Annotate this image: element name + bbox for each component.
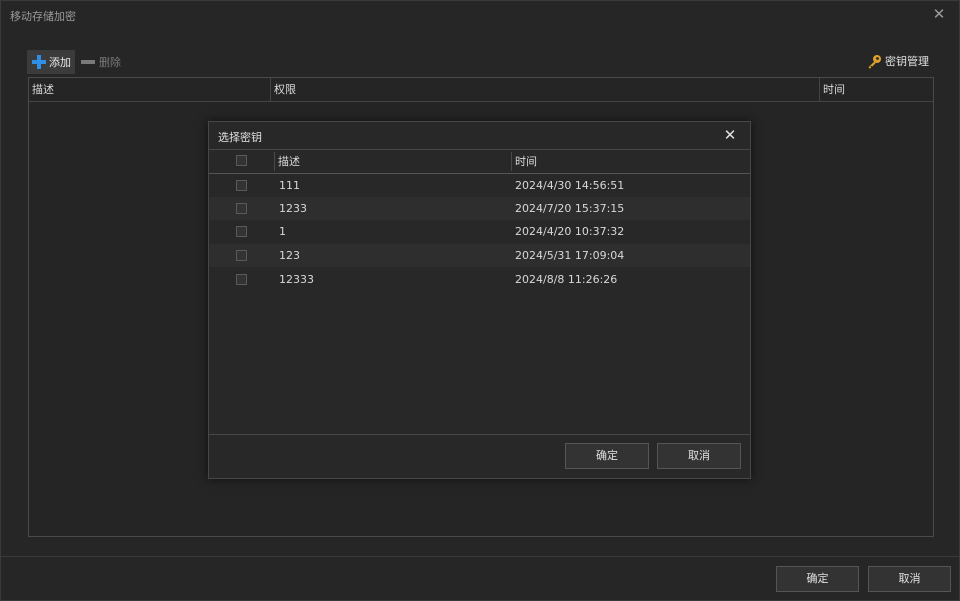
- row-time: 2024/8/8 11:26:26: [515, 273, 618, 286]
- dialog-cancel-button[interactable]: 取消: [657, 443, 741, 469]
- row-time: 2024/5/31 17:09:04: [515, 249, 625, 262]
- column-header-desc[interactable]: 描述: [29, 78, 271, 101]
- row-checkbox[interactable]: [236, 226, 247, 237]
- ok-button[interactable]: 确定: [776, 566, 859, 592]
- key-icon: [868, 54, 881, 69]
- column-header-permission[interactable]: 权限: [271, 78, 820, 101]
- add-button-label: 添加: [49, 56, 71, 69]
- table-row[interactable]: 1 2024/4/20 10:37:32: [209, 220, 750, 243]
- row-desc: 12333: [279, 273, 314, 286]
- add-button[interactable]: 添加: [27, 50, 75, 74]
- delete-button-label: 删除: [99, 56, 121, 69]
- row-desc: 111: [279, 179, 300, 192]
- key-manage-label: 密钥管理: [885, 55, 929, 68]
- close-icon[interactable]: ✕: [722, 127, 738, 143]
- dialog-column-header-desc[interactable]: 描述: [278, 150, 300, 173]
- table-header: 描述 权限 时间: [29, 78, 933, 102]
- select-key-dialog: 选择密钥 ✕ 描述 时间 111 2024/4/30 14:56:51 1233…: [208, 121, 751, 479]
- title-bar: 移动存储加密 ✕: [1, 1, 959, 29]
- row-checkbox[interactable]: [236, 180, 247, 191]
- table-row[interactable]: 123 2024/5/31 17:09:04: [209, 244, 750, 267]
- row-checkbox[interactable]: [236, 203, 247, 214]
- window-title: 移动存储加密: [10, 10, 76, 23]
- column-separator: [511, 152, 512, 171]
- plus-icon: [32, 55, 46, 69]
- row-checkbox[interactable]: [236, 250, 247, 261]
- dialog-key-table: 描述 时间 111 2024/4/30 14:56:51 1233 2024/7…: [209, 149, 750, 435]
- table-row[interactable]: 12333 2024/8/8 11:26:26: [209, 268, 750, 291]
- dialog-ok-button[interactable]: 确定: [565, 443, 649, 469]
- column-header-time[interactable]: 时间: [820, 78, 933, 101]
- row-time: 2024/4/20 10:37:32: [515, 225, 625, 238]
- footer-divider: [1, 556, 959, 557]
- select-all-checkbox[interactable]: [236, 155, 247, 166]
- row-desc: 1233: [279, 202, 307, 215]
- row-desc: 123: [279, 249, 300, 262]
- minus-icon: [81, 60, 95, 64]
- key-manage-button[interactable]: 密钥管理: [867, 53, 929, 69]
- dialog-title: 选择密钥: [218, 131, 262, 144]
- dialog-table-header: 描述 时间: [209, 150, 750, 174]
- dialog-column-header-time[interactable]: 时间: [515, 150, 537, 173]
- cancel-button[interactable]: 取消: [868, 566, 951, 592]
- row-checkbox[interactable]: [236, 274, 247, 285]
- column-separator: [274, 152, 275, 171]
- row-time: 2024/4/30 14:56:51: [515, 179, 625, 192]
- delete-button[interactable]: 删除: [79, 50, 125, 74]
- row-desc: 1: [279, 225, 286, 238]
- table-row[interactable]: 111 2024/4/30 14:56:51: [209, 174, 750, 197]
- table-row[interactable]: 1233 2024/7/20 15:37:15: [209, 197, 750, 220]
- close-icon[interactable]: ✕: [931, 6, 947, 22]
- row-time: 2024/7/20 15:37:15: [515, 202, 625, 215]
